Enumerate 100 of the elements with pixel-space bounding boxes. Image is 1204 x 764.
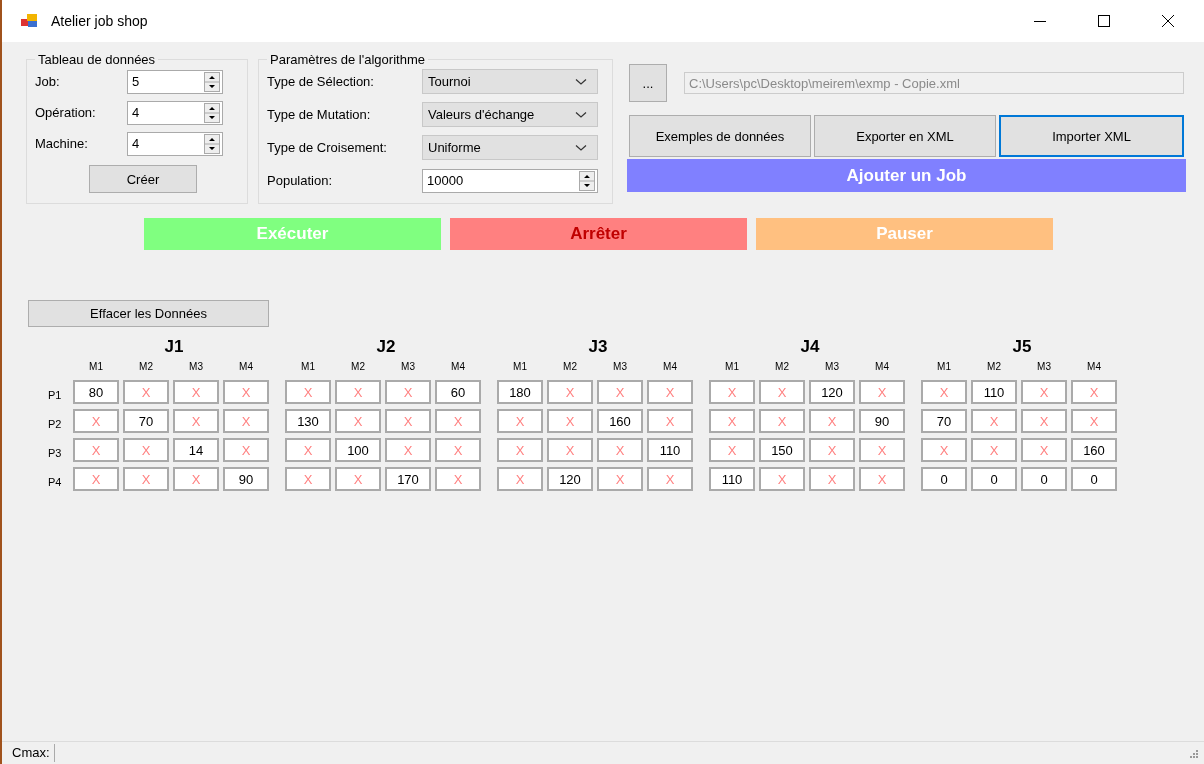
time-cell[interactable]: X bbox=[385, 438, 431, 462]
time-cell[interactable]: X bbox=[223, 438, 269, 462]
time-cell[interactable]: X bbox=[335, 409, 381, 433]
time-cell[interactable]: X bbox=[223, 409, 269, 433]
clear-button[interactable]: Effacer les Données bbox=[28, 300, 269, 327]
time-cell[interactable]: X bbox=[809, 409, 855, 433]
time-cell[interactable]: 90 bbox=[859, 409, 905, 433]
time-cell[interactable]: X bbox=[73, 409, 119, 433]
time-cell[interactable]: X bbox=[497, 409, 543, 433]
time-cell[interactable]: X bbox=[1071, 380, 1117, 404]
time-cell[interactable]: X bbox=[971, 409, 1017, 433]
execute-button[interactable]: Exécuter bbox=[144, 218, 441, 250]
time-cell[interactable]: X bbox=[435, 438, 481, 462]
time-cell[interactable]: X bbox=[647, 409, 693, 433]
file-button[interactable]: Exemples de données bbox=[629, 115, 811, 157]
time-cell[interactable]: X bbox=[497, 438, 543, 462]
time-cell[interactable]: 70 bbox=[123, 409, 169, 433]
time-cell[interactable]: X bbox=[285, 438, 331, 462]
time-cell[interactable]: 110 bbox=[647, 438, 693, 462]
time-cell[interactable]: X bbox=[921, 380, 967, 404]
dropdown[interactable]: Valeurs d'échange bbox=[422, 102, 598, 127]
time-cell[interactable]: 70 bbox=[921, 409, 967, 433]
time-cell[interactable]: X bbox=[759, 467, 805, 491]
time-cell[interactable]: 60 bbox=[435, 380, 481, 404]
time-cell[interactable]: 80 bbox=[73, 380, 119, 404]
time-cell[interactable]: 0 bbox=[1071, 467, 1117, 491]
file-button[interactable]: Exporter en XML bbox=[814, 115, 996, 157]
time-cell[interactable]: 110 bbox=[971, 380, 1017, 404]
time-cell[interactable]: X bbox=[123, 380, 169, 404]
time-cell[interactable]: 130 bbox=[285, 409, 331, 433]
time-cell[interactable]: 0 bbox=[1021, 467, 1067, 491]
dropdown[interactable]: Uniforme bbox=[422, 135, 598, 160]
dropdown[interactable]: Tournoi bbox=[422, 69, 598, 94]
time-cell[interactable]: X bbox=[173, 467, 219, 491]
time-cell[interactable]: 160 bbox=[597, 409, 643, 433]
time-cell[interactable]: X bbox=[647, 467, 693, 491]
time-cell[interactable]: 170 bbox=[385, 467, 431, 491]
machine-label: M2 bbox=[138, 360, 154, 374]
file-button[interactable]: Importer XML bbox=[999, 115, 1184, 157]
time-cell[interactable]: X bbox=[597, 467, 643, 491]
time-cell[interactable]: X bbox=[435, 467, 481, 491]
time-cell[interactable]: X bbox=[73, 438, 119, 462]
time-cell[interactable]: X bbox=[597, 438, 643, 462]
number-spinner[interactable]: 4 bbox=[127, 100, 223, 125]
time-cell[interactable]: X bbox=[1021, 409, 1067, 433]
time-cell[interactable]: 90 bbox=[223, 467, 269, 491]
time-cell[interactable]: X bbox=[547, 438, 593, 462]
number-spinner[interactable]: 5 bbox=[127, 69, 223, 94]
time-cell[interactable]: 120 bbox=[547, 467, 593, 491]
time-cell[interactable]: 0 bbox=[971, 467, 1017, 491]
time-cell[interactable]: 100 bbox=[335, 438, 381, 462]
time-cell[interactable]: X bbox=[859, 380, 905, 404]
time-cell[interactable]: X bbox=[335, 467, 381, 491]
pause-button[interactable]: Pauser bbox=[756, 218, 1053, 250]
time-cell[interactable]: X bbox=[1021, 380, 1067, 404]
time-cell[interactable]: X bbox=[859, 467, 905, 491]
time-cell[interactable]: X bbox=[223, 380, 269, 404]
time-cell[interactable]: 160 bbox=[1071, 438, 1117, 462]
time-cell[interactable]: 110 bbox=[709, 467, 755, 491]
time-cell[interactable]: X bbox=[709, 409, 755, 433]
time-cell[interactable]: X bbox=[385, 409, 431, 433]
time-cell[interactable]: 14 bbox=[173, 438, 219, 462]
time-cell[interactable]: X bbox=[173, 409, 219, 433]
time-cell[interactable]: X bbox=[173, 380, 219, 404]
time-cell[interactable]: X bbox=[809, 467, 855, 491]
time-cell[interactable]: X bbox=[709, 380, 755, 404]
time-cell[interactable]: 150 bbox=[759, 438, 805, 462]
time-cell[interactable]: X bbox=[921, 438, 967, 462]
time-cell[interactable]: X bbox=[709, 438, 755, 462]
time-cell[interactable]: X bbox=[285, 380, 331, 404]
time-cell[interactable]: X bbox=[335, 380, 381, 404]
time-cell[interactable]: X bbox=[759, 409, 805, 433]
resize-grip-icon[interactable] bbox=[1188, 748, 1198, 758]
time-cell[interactable]: X bbox=[497, 467, 543, 491]
time-cell[interactable]: X bbox=[647, 380, 693, 404]
time-cell[interactable]: X bbox=[123, 438, 169, 462]
number-spinner[interactable]: 4 bbox=[127, 131, 223, 156]
close-icon[interactable] bbox=[1162, 15, 1174, 27]
time-cell[interactable]: X bbox=[123, 467, 169, 491]
time-cell[interactable]: 0 bbox=[921, 467, 967, 491]
time-cell[interactable]: X bbox=[73, 467, 119, 491]
time-cell[interactable]: X bbox=[859, 438, 905, 462]
create-button[interactable]: Créer bbox=[89, 165, 197, 193]
add-job-button[interactable]: Ajouter un Job bbox=[627, 159, 1186, 192]
time-cell[interactable]: X bbox=[759, 380, 805, 404]
time-cell[interactable]: X bbox=[809, 438, 855, 462]
maximize-icon[interactable] bbox=[1098, 15, 1110, 27]
time-cell[interactable]: X bbox=[547, 380, 593, 404]
time-cell[interactable]: 120 bbox=[809, 380, 855, 404]
stop-button[interactable]: Arrêter bbox=[450, 218, 747, 250]
number-spinner[interactable]: 10000 bbox=[422, 168, 598, 193]
time-cell[interactable]: X bbox=[547, 409, 593, 433]
time-cell[interactable]: X bbox=[285, 467, 331, 491]
time-cell[interactable]: X bbox=[597, 380, 643, 404]
time-cell[interactable]: 180 bbox=[497, 380, 543, 404]
time-cell[interactable]: X bbox=[1021, 438, 1067, 462]
time-cell[interactable]: X bbox=[385, 380, 431, 404]
time-cell[interactable]: X bbox=[435, 409, 481, 433]
time-cell[interactable]: X bbox=[971, 438, 1017, 462]
time-cell[interactable]: X bbox=[1071, 409, 1117, 433]
